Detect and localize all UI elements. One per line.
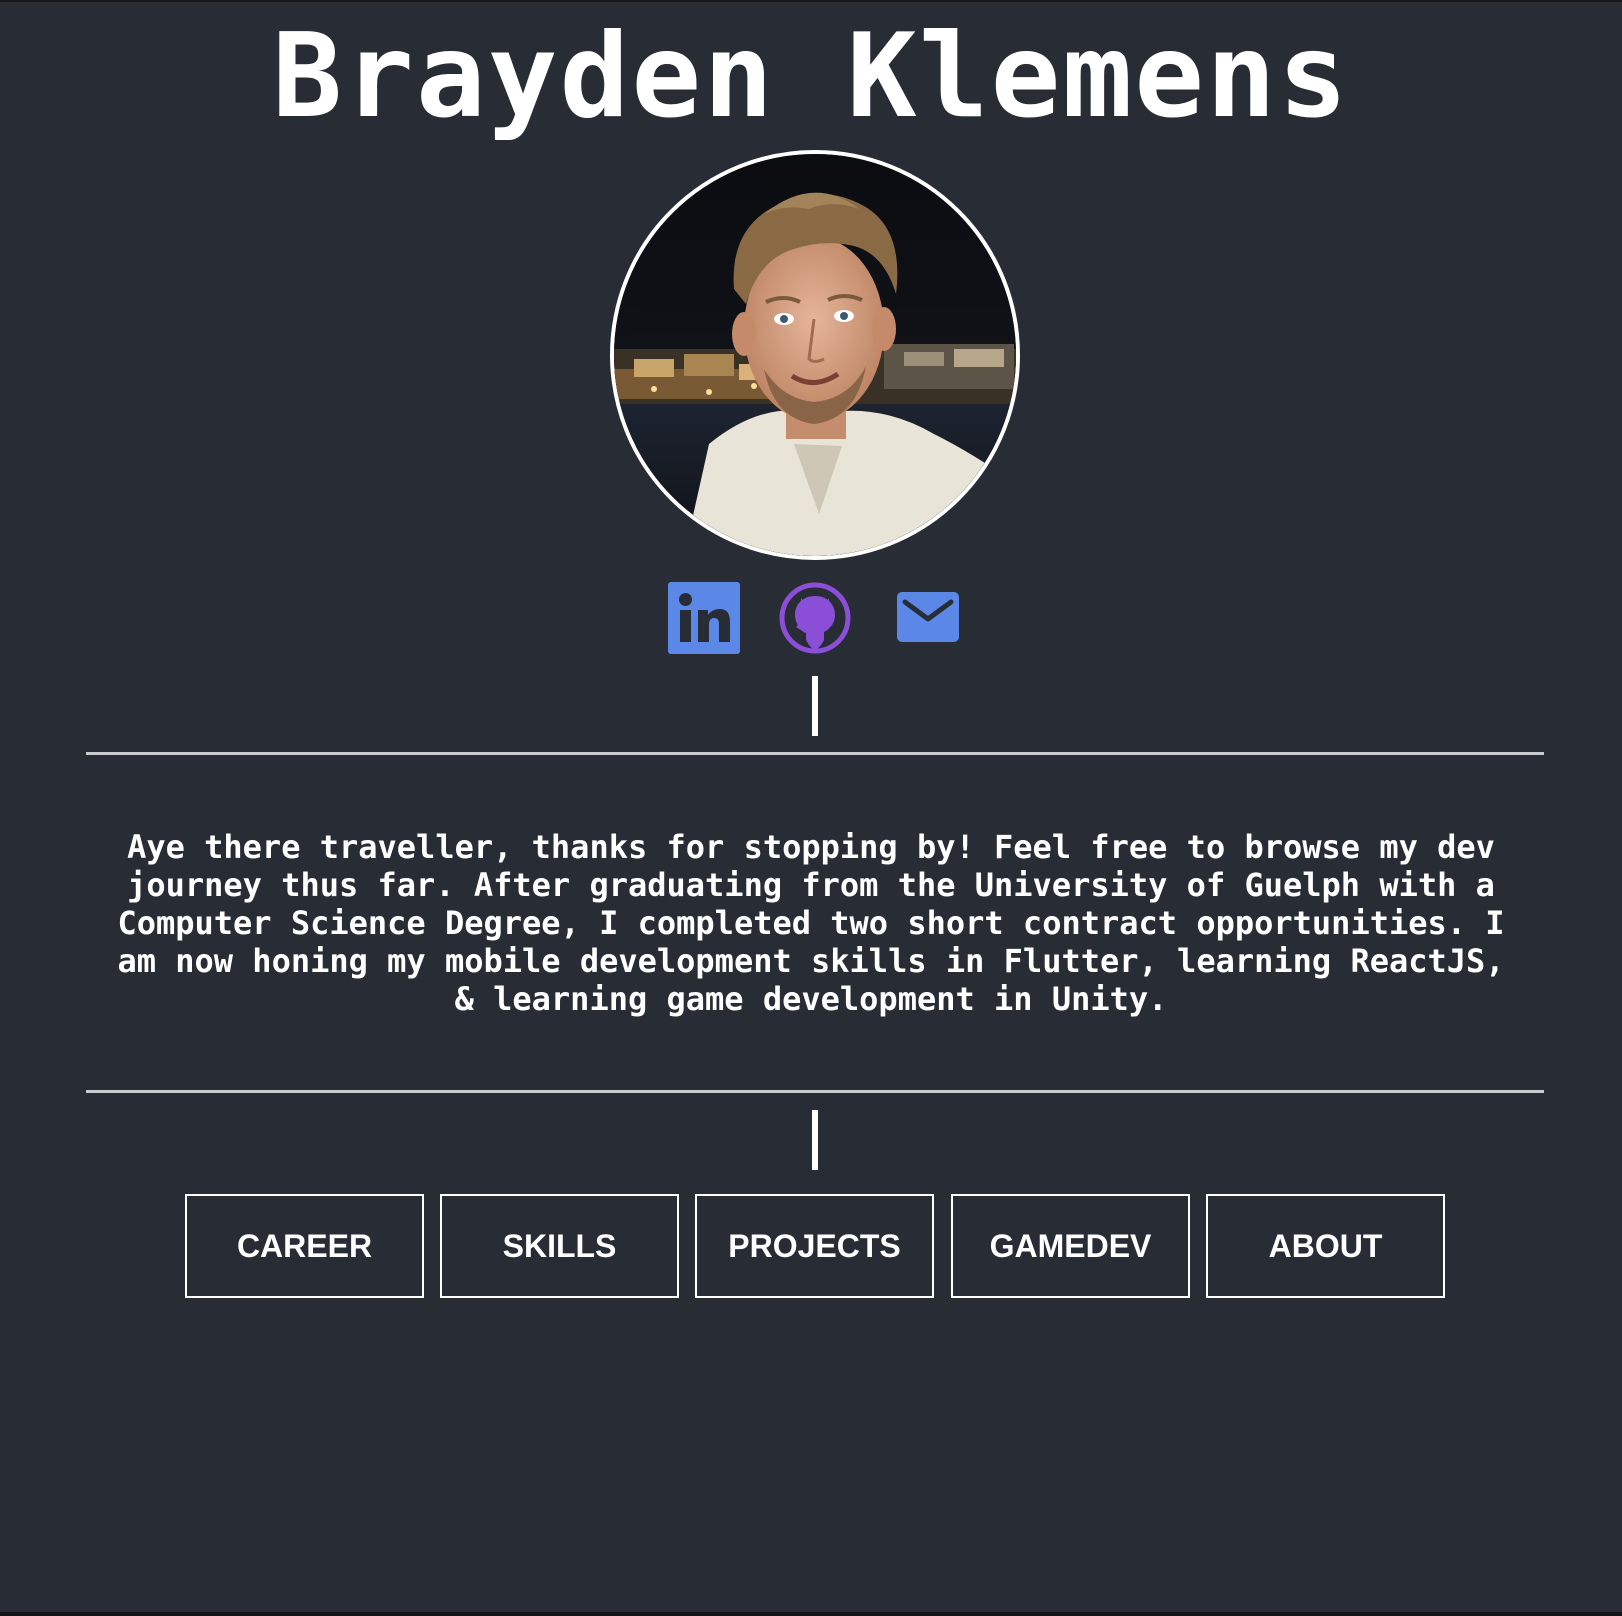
email-icon [897,592,959,642]
avatar [610,150,1020,560]
github-link[interactable] [779,582,851,654]
bio-text: Aye there traveller, thanks for stopping… [117,828,1505,1018]
page-title: Brayden Klemens [272,9,1350,144]
career-button[interactable]: CAREER [185,1194,424,1298]
about-button[interactable]: ABOUT [1206,1194,1445,1298]
nav-buttons: CAREER SKILLS PROJECTS GAMEDEV ABOUT [185,1194,1445,1298]
linkedin-icon [668,582,740,654]
window-top-edge [0,0,1622,2]
connector-line [812,676,818,736]
skills-button[interactable]: SKILLS [440,1194,679,1298]
connector-line [812,1110,818,1170]
gamedev-button[interactable]: GAMEDEV [951,1194,1190,1298]
linkedin-link[interactable] [668,582,740,654]
divider [86,1090,1544,1093]
projects-button[interactable]: PROJECTS [695,1194,934,1298]
divider [86,752,1544,755]
window-bottom-edge [0,1612,1622,1616]
github-icon [779,582,851,654]
email-link[interactable] [897,592,959,642]
